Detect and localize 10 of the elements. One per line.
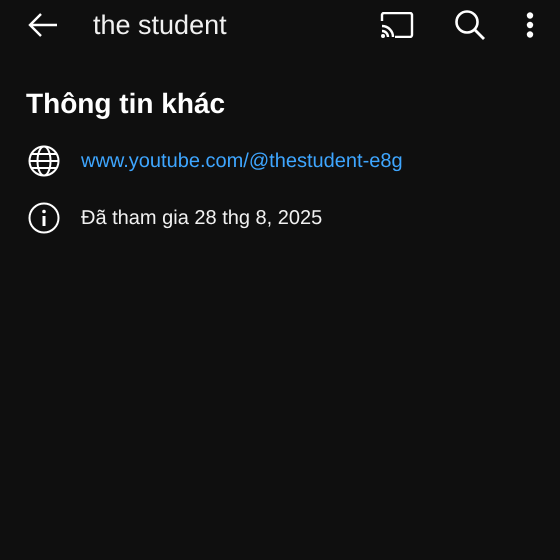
more-icon[interactable] <box>526 12 534 38</box>
cast-icon[interactable] <box>380 12 414 38</box>
channel-link[interactable]: www.youtube.com/@thestudent-e8g <box>81 150 403 172</box>
search-icon[interactable] <box>454 9 486 41</box>
joined-date: Đã tham gia 28 thg 8, 2025 <box>81 206 322 230</box>
info-icon <box>28 202 60 234</box>
globe-icon <box>28 145 60 177</box>
channel-title: the student <box>93 10 227 40</box>
back-icon[interactable] <box>28 13 58 37</box>
section-heading: Thông tin khác <box>26 87 226 121</box>
